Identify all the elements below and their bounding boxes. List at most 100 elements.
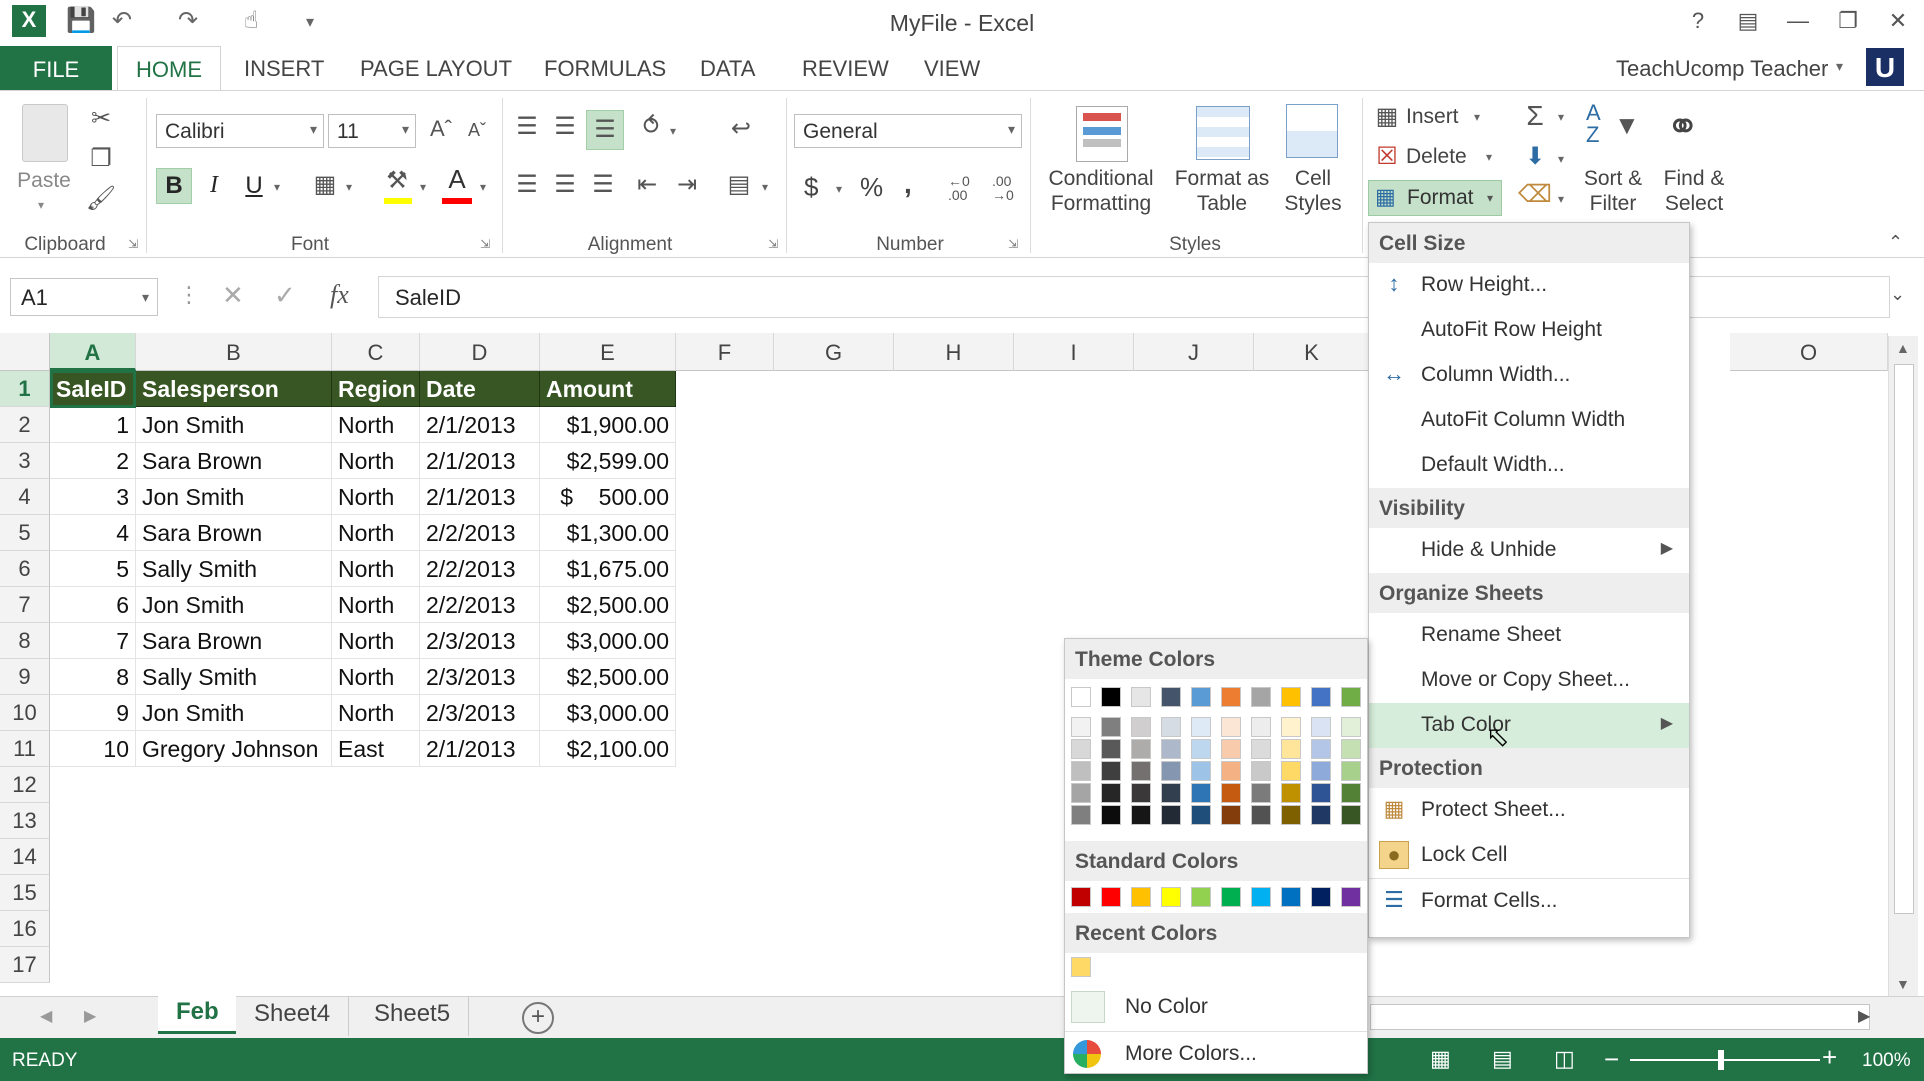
theme-shade-swatch[interactable]: [1131, 717, 1151, 737]
menu-item-autofit-row-height[interactable]: AutoFit Row Height: [1369, 308, 1689, 353]
column-header[interactable]: J: [1134, 333, 1254, 371]
theme-shade-swatch[interactable]: [1341, 783, 1361, 803]
horizontal-scrollbar[interactable]: [1370, 1004, 1870, 1030]
cell-date[interactable]: 2/2/2013: [420, 587, 540, 623]
standard-color-swatch[interactable]: [1251, 887, 1271, 907]
restore-icon[interactable]: ❐: [1830, 8, 1866, 34]
font-color-dropdown-icon[interactable]: ▾: [480, 180, 486, 194]
theme-shade-swatch[interactable]: [1161, 739, 1181, 759]
menu-item-hide-unhide[interactable]: Hide & Unhide ▶: [1369, 528, 1689, 573]
column-header[interactable]: G: [774, 333, 894, 371]
cell-salesperson[interactable]: Sara Brown: [136, 623, 332, 659]
underline-button[interactable]: U: [240, 172, 268, 200]
row-header[interactable]: 14: [0, 839, 50, 875]
insert-dropdown-icon[interactable]: ▾: [1474, 110, 1480, 124]
more-colors-option[interactable]: More Colors...: [1065, 1031, 1367, 1075]
zoom-out-icon[interactable]: −: [1604, 1044, 1619, 1075]
cell-region[interactable]: East: [332, 731, 420, 767]
theme-color-swatch[interactable]: [1071, 687, 1091, 707]
theme-shade-swatch[interactable]: [1281, 805, 1301, 825]
new-sheet-icon[interactable]: +: [522, 1002, 554, 1034]
cell-date[interactable]: 2/3/2013: [420, 695, 540, 731]
conditional-formatting-icon[interactable]: [1076, 106, 1128, 162]
theme-shade-swatch[interactable]: [1281, 739, 1301, 759]
standard-color-swatch[interactable]: [1161, 887, 1181, 907]
theme-shade-swatch[interactable]: [1101, 783, 1121, 803]
cell-region[interactable]: North: [332, 659, 420, 695]
merge-center-icon[interactable]: ▤: [722, 170, 756, 199]
row-header[interactable]: 9: [0, 659, 50, 695]
close-icon[interactable]: ✕: [1880, 8, 1916, 34]
theme-shade-swatch[interactable]: [1221, 783, 1241, 803]
scroll-left-sheets-icon[interactable]: ◀: [40, 1006, 52, 1026]
cell-salesperson[interactable]: Jon Smith: [136, 587, 332, 623]
font-size-combo[interactable]: 11 ▾: [328, 114, 416, 148]
normal-view-icon[interactable]: ▦: [1430, 1046, 1451, 1072]
cell-saleid[interactable]: 1: [50, 407, 136, 443]
format-as-table-button[interactable]: Format as Table: [1166, 166, 1278, 216]
theme-shade-swatch[interactable]: [1341, 761, 1361, 781]
fill-dropdown-icon[interactable]: ▾: [1558, 152, 1564, 166]
cut-icon[interactable]: ✂: [84, 104, 118, 133]
font-launcher-icon[interactable]: ⇲: [480, 237, 490, 251]
cell-amount[interactable]: $1,900.00: [540, 407, 676, 443]
top-align-icon[interactable]: ☰: [510, 112, 544, 141]
orientation-dropdown-icon[interactable]: ▾: [670, 124, 676, 138]
cell-amount[interactable]: $2,500.00: [540, 659, 676, 695]
row-header[interactable]: 13: [0, 803, 50, 839]
theme-color-swatch[interactable]: [1191, 687, 1211, 707]
theme-shade-swatch[interactable]: [1251, 805, 1271, 825]
theme-shade-swatch[interactable]: [1311, 805, 1331, 825]
theme-shade-swatch[interactable]: [1161, 783, 1181, 803]
menu-item-autofit-column-width[interactable]: AutoFit Column Width: [1369, 398, 1689, 443]
theme-color-swatch[interactable]: [1281, 687, 1301, 707]
wrap-text-icon[interactable]: ↩: [724, 114, 758, 143]
paste-icon[interactable]: [22, 104, 68, 162]
column-header[interactable]: I: [1014, 333, 1134, 371]
scroll-thumb[interactable]: [1894, 364, 1914, 914]
column-header[interactable]: D: [420, 333, 540, 371]
menu-item-column-width[interactable]: ↔ Column Width...: [1369, 353, 1689, 398]
zoom-slider-thumb[interactable]: [1718, 1050, 1724, 1070]
theme-shade-swatch[interactable]: [1101, 717, 1121, 737]
copy-icon[interactable]: ❐: [84, 144, 118, 173]
accounting-format-button[interactable]: $: [804, 172, 818, 203]
minimize-icon[interactable]: —: [1780, 8, 1816, 34]
insert-cells-button[interactable]: Insert: [1406, 104, 1459, 129]
font-color-icon[interactable]: A: [440, 164, 474, 195]
theme-shade-swatch[interactable]: [1191, 783, 1211, 803]
cell-region[interactable]: North: [332, 551, 420, 587]
cell-saleid[interactable]: 2: [50, 443, 136, 479]
theme-shade-swatch[interactable]: [1341, 717, 1361, 737]
standard-color-swatch[interactable]: [1281, 887, 1301, 907]
help-icon[interactable]: ?: [1680, 8, 1716, 34]
insert-function-button[interactable]: fx: [330, 280, 349, 310]
menu-item-default-width[interactable]: Default Width...: [1369, 443, 1689, 488]
paste-button[interactable]: Paste: [16, 168, 72, 193]
cell-date[interactable]: 2/2/2013: [420, 551, 540, 587]
theme-color-swatch[interactable]: [1101, 687, 1121, 707]
borders-dropdown-icon[interactable]: ▾: [346, 180, 352, 194]
row-header[interactable]: 5: [0, 515, 50, 551]
cell-region[interactable]: North: [332, 515, 420, 551]
no-color-option[interactable]: No Color: [1065, 985, 1367, 1029]
number-format-combo[interactable]: General ▾: [794, 114, 1022, 148]
cell-region[interactable]: North: [332, 443, 420, 479]
theme-shade-swatch[interactable]: [1071, 761, 1091, 781]
row-header[interactable]: 1: [0, 371, 50, 407]
cell-saleid[interactable]: 10: [50, 731, 136, 767]
column-header[interactable]: A: [50, 333, 136, 371]
theme-shade-swatch[interactable]: [1221, 805, 1241, 825]
cell-amount[interactable]: $3,000.00: [540, 623, 676, 659]
theme-shade-swatch[interactable]: [1281, 761, 1301, 781]
theme-shade-swatch[interactable]: [1191, 805, 1211, 825]
alignment-launcher-icon[interactable]: ⇲: [768, 237, 778, 251]
cell-amount[interactable]: $3,000.00: [540, 695, 676, 731]
scroll-right-sheets-icon[interactable]: ▶: [84, 1006, 96, 1026]
theme-shade-swatch[interactable]: [1341, 739, 1361, 759]
italic-button[interactable]: I: [200, 172, 228, 199]
cell-saleid[interactable]: 4: [50, 515, 136, 551]
theme-shade-swatch[interactable]: [1191, 761, 1211, 781]
align-right-icon[interactable]: ☰: [586, 170, 620, 199]
tab-home[interactable]: HOME: [117, 46, 221, 92]
